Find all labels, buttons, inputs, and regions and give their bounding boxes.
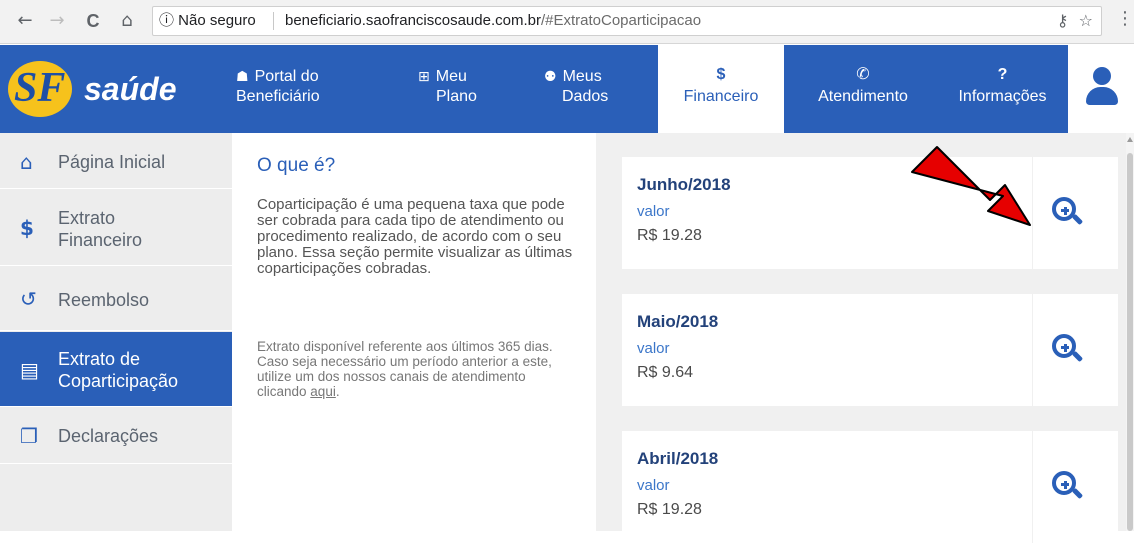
statement-value-label: valor: [637, 477, 670, 494]
sidebar-item-label: Declarações: [58, 426, 159, 446]
forward-icon[interactable]: →: [46, 10, 68, 32]
back-icon[interactable]: ←: [14, 10, 36, 32]
statement-card: Abril/2018 valor R$ 19.28: [622, 431, 1118, 543]
security-indicator[interactable]: ⓘ Não seguro: [159, 7, 256, 35]
info-panel: O que é? Coparticipação é uma pequena ta…: [232, 133, 596, 531]
info-title: O que é?: [257, 155, 336, 176]
nav-label: Atendimento: [818, 88, 908, 105]
sidebar-item-reembolso[interactable]: ↺ Reembolso: [0, 267, 232, 331]
user-add-icon: ⚉: [544, 69, 557, 85]
browser-menu-icon[interactable]: ⋮: [1116, 8, 1134, 29]
nav-label-line1: ⚉ Meus: [544, 68, 602, 85]
user-icon-head: [1093, 67, 1111, 85]
sidebar-item-pagina-inicial[interactable]: ⌂ Página Inicial: [0, 133, 232, 189]
browser-toolbar: ← → C ⌂ ⓘ Não seguro beneficiario.saofra…: [0, 0, 1134, 44]
page-scrollbar[interactable]: [1126, 133, 1134, 531]
nav-label: Financeiro: [683, 88, 759, 105]
key-icon[interactable]: ⚷: [1057, 11, 1069, 30]
copy-icon: ❐: [20, 424, 38, 448]
statement-amount: R$ 19.28: [637, 227, 702, 244]
zoom-in-icon-handle: [1071, 487, 1084, 500]
document-icon: ▤: [20, 358, 39, 382]
statement-amount: R$ 9.64: [637, 364, 694, 381]
view-details-button[interactable]: [1032, 431, 1118, 543]
home-icon[interactable]: ⌂: [116, 10, 138, 32]
statement-card: Junho/2018 valor R$ 19.28: [622, 157, 1118, 269]
info-note: Extrato disponível referente aos últimos…: [257, 339, 577, 399]
scroll-up-arrow-icon[interactable]: [1127, 137, 1133, 142]
statement-month: Maio/2018: [637, 312, 719, 331]
home-icon: ☗: [236, 69, 249, 85]
scrollbar-thumb[interactable]: [1127, 153, 1133, 531]
statement-month: Junho/2018: [637, 175, 731, 194]
nav-label-line2: Beneficiário: [236, 88, 320, 105]
reload-icon[interactable]: C: [82, 10, 104, 32]
nav-financeiro[interactable]: $ Financeiro: [658, 45, 784, 133]
question-icon: ?: [997, 66, 1008, 83]
user-menu-area[interactable]: [1068, 45, 1134, 133]
zoom-in-icon-handle: [1071, 213, 1084, 226]
statement-card: Maio/2018 valor R$ 9.64: [622, 294, 1118, 406]
nav-label-line1: ⊞ Meu: [418, 68, 467, 85]
zoom-in-icon-handle: [1071, 350, 1084, 363]
sidebar-item-label: Extrato Financeiro: [58, 208, 143, 250]
omnibox-actions: ⚷ ☆: [1057, 7, 1093, 35]
note-text: Extrato disponível referente aos últimos…: [257, 339, 553, 399]
user-icon-body: [1086, 87, 1118, 105]
nav-meu-plano[interactable]: ⊞ Meu Plano: [410, 45, 520, 133]
nav-label-line1: ☗ Portal do: [236, 68, 319, 85]
statement-amount: R$ 19.28: [637, 501, 702, 518]
statement-month: Abril/2018: [637, 449, 719, 468]
logo-mark: SF: [14, 65, 66, 111]
url-text[interactable]: beneficiario.saofranciscosaude.com.br/#E…: [285, 7, 701, 35]
phone-icon: ✆: [856, 66, 870, 83]
statement-value-label: valor: [637, 203, 670, 220]
sidebar-item-declaracoes[interactable]: ❐ Declarações: [0, 408, 232, 464]
url-host: beneficiario.saofranciscosaude.com.br: [285, 12, 541, 29]
nav-meus-dados[interactable]: ⚉ Meus Dados: [540, 45, 650, 133]
contact-link[interactable]: aqui: [310, 384, 336, 399]
sidebar-item-extrato-financeiro[interactable]: $ Extrato Financeiro: [0, 190, 232, 266]
info-description: Coparticipação é uma pequena taxa que po…: [257, 196, 573, 277]
sidebar-item-extrato-coparticipacao[interactable]: ▤ Extrato de Coparticipação: [0, 332, 232, 407]
nav-atendimento[interactable]: ✆ Atendimento: [798, 45, 928, 133]
statement-value-label: valor: [637, 340, 670, 357]
sidebar-item-label: Página Inicial: [58, 152, 166, 172]
view-details-button[interactable]: [1032, 294, 1118, 406]
omnibox-divider: [273, 12, 274, 30]
medical-kit-icon: ⊞: [418, 69, 430, 85]
undo-icon: ↺: [20, 287, 37, 311]
nav-label-line2: Plano: [436, 88, 477, 105]
statements-list: Junho/2018 valor R$ 19.28 Maio/2018 valo…: [596, 133, 1126, 543]
nav-label: Informações: [958, 88, 1047, 105]
logo-text: saúde: [84, 71, 177, 107]
sidebar: ⌂ Página Inicial $ Extrato Financeiro ↺ …: [0, 133, 232, 531]
star-icon[interactable]: ☆: [1079, 11, 1093, 30]
view-details-button[interactable]: [1032, 157, 1118, 269]
site-header: SF saúde ☗ Portal do Beneficiário ⊞ Meu Pl…: [0, 45, 1134, 133]
url-path: /#ExtratoCoparticipacao: [540, 12, 702, 29]
home-icon: ⌂: [20, 150, 33, 174]
dollar-icon: $: [20, 216, 34, 240]
nav-informacoes[interactable]: ? Informações: [940, 45, 1065, 133]
nav-portal-beneficiario[interactable]: ☗ Portal do Beneficiário: [232, 45, 382, 133]
user-icon[interactable]: [1084, 67, 1120, 107]
address-bar[interactable]: ⓘ Não seguro beneficiario.saofranciscosa…: [152, 6, 1102, 36]
dollar-icon: $: [716, 66, 726, 83]
note-end: .: [335, 384, 340, 399]
logo[interactable]: SF saúde: [8, 57, 184, 119]
nav-label-line2: Dados: [562, 88, 609, 105]
sidebar-item-label: Extrato de Coparticipação: [58, 349, 179, 391]
sidebar-item-label: Reembolso: [58, 290, 150, 310]
